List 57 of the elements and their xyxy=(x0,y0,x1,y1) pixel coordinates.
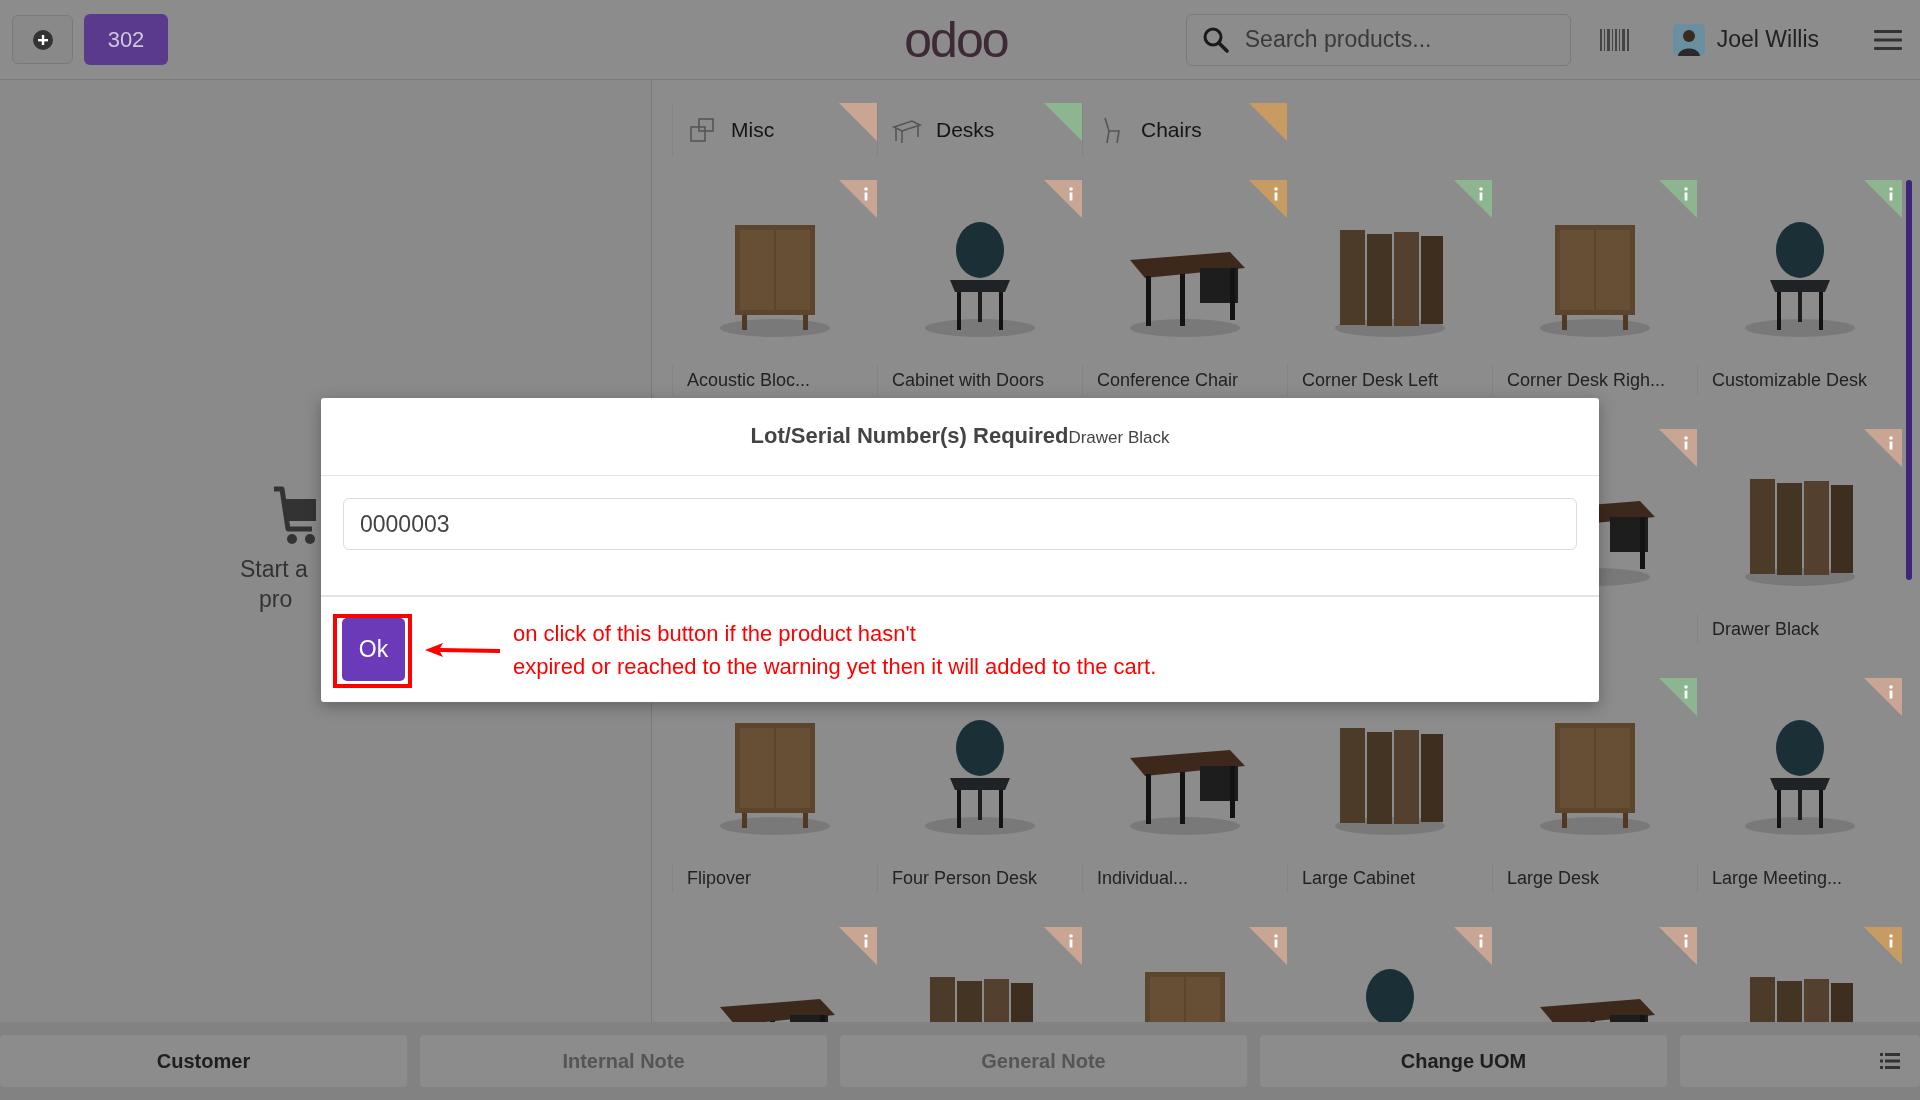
action-button[interactable]: Customer xyxy=(0,1035,407,1087)
info-corner-icon[interactable] xyxy=(1864,429,1902,467)
info-corner-icon[interactable] xyxy=(1249,927,1287,965)
product-name[interactable]: Acoustic Bloc... xyxy=(672,365,877,395)
info-corner-icon[interactable] xyxy=(1249,180,1287,218)
product-name[interactable]: Individual... xyxy=(1082,863,1287,893)
avatar[interactable] xyxy=(1672,23,1705,56)
annotation-text: on click of this button if the product hasn't expired or reached to the warning yet then it will added to the cart. xyxy=(513,619,1157,681)
lot-number-field[interactable]: 0000003 xyxy=(343,498,1577,550)
product-name[interactable]: Large Desk xyxy=(1492,863,1697,893)
info-corner-icon[interactable] xyxy=(1659,678,1697,716)
product-name[interactable]: Corner Desk Righ... xyxy=(1492,365,1697,395)
search-icon xyxy=(1201,25,1230,54)
dialog-title: Lot/Serial Number(s) Required xyxy=(750,423,1069,449)
product-name[interactable]: Customizable Desk xyxy=(1697,365,1902,395)
list-icon xyxy=(1880,1053,1900,1069)
info-corner-icon[interactable] xyxy=(839,103,877,141)
ok-button[interactable]: Ok xyxy=(342,618,405,681)
barcode-icon[interactable] xyxy=(1598,27,1631,52)
info-corner-icon[interactable] xyxy=(1659,180,1697,218)
info-corner-icon[interactable] xyxy=(1044,927,1082,965)
menu-icon[interactable] xyxy=(1874,28,1902,51)
empty-cart-text: Start a xyxy=(240,555,308,584)
info-corner-icon[interactable] xyxy=(1659,927,1697,965)
info-corner-icon[interactable] xyxy=(1864,927,1902,965)
category-button[interactable]: Chairs xyxy=(1082,103,1287,157)
product-name[interactable]: Large Cabinet xyxy=(1287,863,1492,893)
category-button[interactable]: Desks xyxy=(877,103,1082,157)
order-tab[interactable]: 302 xyxy=(84,14,168,65)
info-corner-icon[interactable] xyxy=(1454,927,1492,965)
info-corner-icon[interactable] xyxy=(1044,103,1082,141)
product-name[interactable]: Four Person Desk xyxy=(877,863,1082,893)
info-corner-icon[interactable] xyxy=(839,180,877,218)
boxes-icon xyxy=(687,115,717,145)
category-button[interactable]: Misc xyxy=(672,103,877,157)
logo: odoo xyxy=(904,14,1008,65)
info-corner-icon[interactable] xyxy=(1864,678,1902,716)
product-name[interactable]: Conference Chair xyxy=(1082,365,1287,395)
scrollbar-thumb[interactable] xyxy=(1906,180,1912,580)
product-name[interactable]: Corner Desk Left xyxy=(1287,365,1492,395)
info-corner-icon[interactable] xyxy=(1044,180,1082,218)
product-name[interactable]: Flipover xyxy=(672,863,877,893)
action-button[interactable]: Change UOM xyxy=(1260,1035,1667,1087)
info-corner-icon[interactable] xyxy=(839,927,877,965)
user-name[interactable]: Joel Willis xyxy=(1716,26,1819,53)
info-corner-icon[interactable] xyxy=(1864,180,1902,218)
search-field[interactable]: Search products... xyxy=(1185,13,1571,66)
product-name[interactable]: Large Meeting... xyxy=(1697,863,1902,893)
cart-icon xyxy=(272,485,316,547)
info-corner-icon[interactable] xyxy=(1659,429,1697,467)
dialog-product-name: Drawer Black xyxy=(1068,428,1170,448)
product-name[interactable]: Cabinet with Doors xyxy=(877,365,1082,395)
add-order-button[interactable] xyxy=(12,15,73,64)
info-corner-icon[interactable] xyxy=(1454,180,1492,218)
product-name[interactable]: Drawer Black xyxy=(1697,614,1902,644)
plus-circle-icon xyxy=(31,28,54,51)
empty-cart-text: pro xyxy=(259,584,293,614)
